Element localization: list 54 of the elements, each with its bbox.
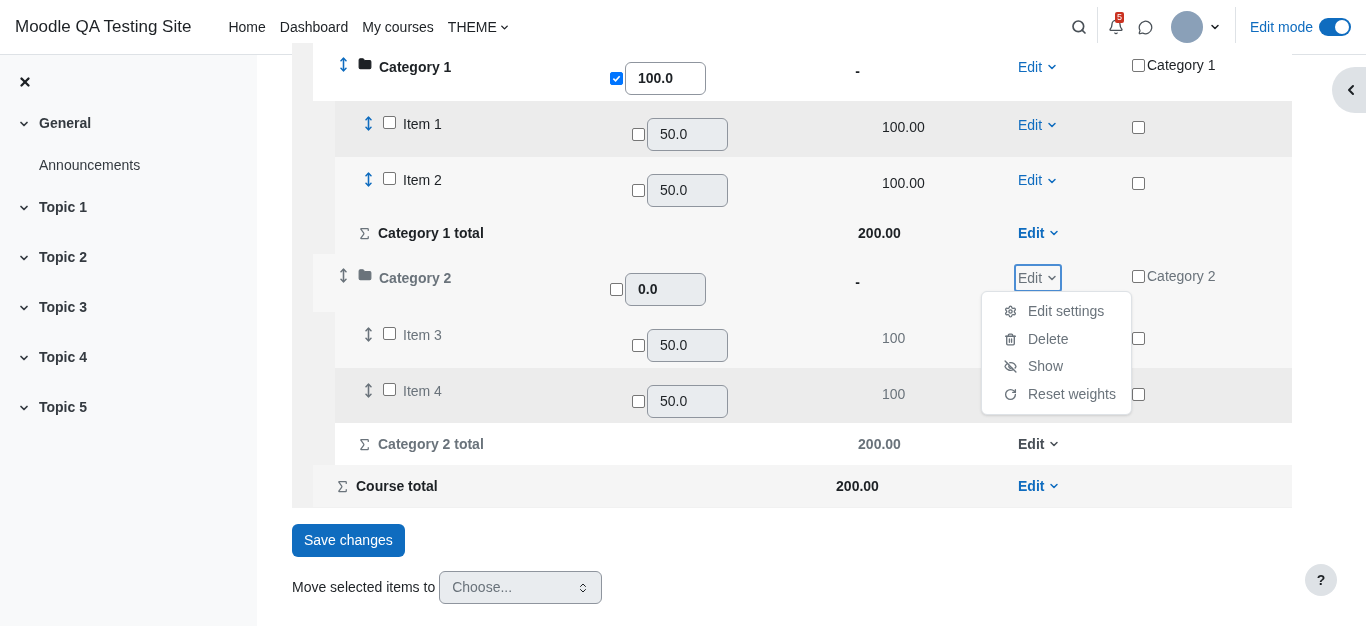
save-changes-button[interactable]: Save changes xyxy=(292,524,405,557)
menu-item[interactable]: Delete xyxy=(982,325,1131,353)
weight-input[interactable]: 50.0 xyxy=(647,384,728,418)
weight-input[interactable]: 50.0 xyxy=(647,118,728,152)
item-name: Item 4 xyxy=(403,381,442,401)
section-header[interactable]: Topic 1 xyxy=(18,197,257,218)
menu-item[interactable]: Reset weights xyxy=(982,380,1131,408)
section-header[interactable]: Topic 2 xyxy=(18,247,257,268)
section-header[interactable]: Topic 5 xyxy=(18,397,257,418)
item-name: Item 3 xyxy=(403,326,442,345)
edit-menu-button[interactable]: Edit xyxy=(1016,432,1063,456)
max-grade: 200.00 xyxy=(858,436,901,452)
menu-item[interactable]: Show xyxy=(982,353,1131,381)
move-select[interactable]: Choose... xyxy=(439,571,603,604)
edit-menu-button[interactable]: Edit xyxy=(1016,266,1061,290)
total-name: Course total xyxy=(356,476,438,496)
max-grade: 200.00 xyxy=(836,478,879,494)
section-header[interactable]: Topic 3 xyxy=(18,297,257,318)
weight-input[interactable]: 50.0 xyxy=(647,329,728,363)
edit-menu-button[interactable]: Edit xyxy=(1016,55,1061,79)
site-name[interactable]: Moodle QA Testing Site xyxy=(15,14,192,40)
edit-menu-button[interactable]: Edit xyxy=(1016,221,1063,245)
max-grade: - xyxy=(855,274,860,290)
max-grade: 100.00 xyxy=(882,119,925,135)
nav-link[interactable]: Home xyxy=(221,16,273,38)
edit-menu-button[interactable]: Edit xyxy=(1016,168,1061,193)
notification-count: 5 xyxy=(1114,12,1124,23)
item-name: Item 2 xyxy=(403,170,442,190)
menu-item[interactable]: Edit settings xyxy=(982,298,1131,326)
weight-input[interactable]: 100.0 xyxy=(625,61,706,95)
category-name: Category 1 xyxy=(379,58,452,77)
weight-input[interactable]: 50.0 xyxy=(647,173,728,207)
total-name: Category 2 total xyxy=(378,434,484,454)
section-link[interactable]: Announcements xyxy=(18,155,257,176)
checkbox-label: Category 2 xyxy=(1147,267,1216,286)
edit-mode-label: Edit mode xyxy=(1249,17,1313,37)
move-label: Move selected items to xyxy=(292,578,436,597)
section-header[interactable]: Topic 4 xyxy=(18,347,257,368)
total-name: Category 1 total xyxy=(378,223,484,243)
nav-link[interactable]: Dashboard xyxy=(272,16,356,38)
max-grade: 100.00 xyxy=(882,174,925,191)
nav-link[interactable]: My courses xyxy=(355,16,441,38)
max-grade: 200.00 xyxy=(858,225,901,241)
max-grade: 100 xyxy=(882,385,906,402)
max-grade: - xyxy=(855,63,860,79)
max-grade: 100 xyxy=(882,330,906,346)
category-name: Category 2 xyxy=(379,269,452,288)
help-button[interactable]: ? xyxy=(1305,564,1337,596)
edit-menu-button[interactable]: Edit xyxy=(1016,113,1061,137)
nav-link[interactable]: THEME xyxy=(440,16,517,38)
checkbox-label: Category 1 xyxy=(1147,56,1216,75)
edit-menu-button[interactable]: Edit xyxy=(1016,474,1063,498)
section-header[interactable]: General xyxy=(18,113,257,134)
item-name: Item 1 xyxy=(403,115,442,134)
